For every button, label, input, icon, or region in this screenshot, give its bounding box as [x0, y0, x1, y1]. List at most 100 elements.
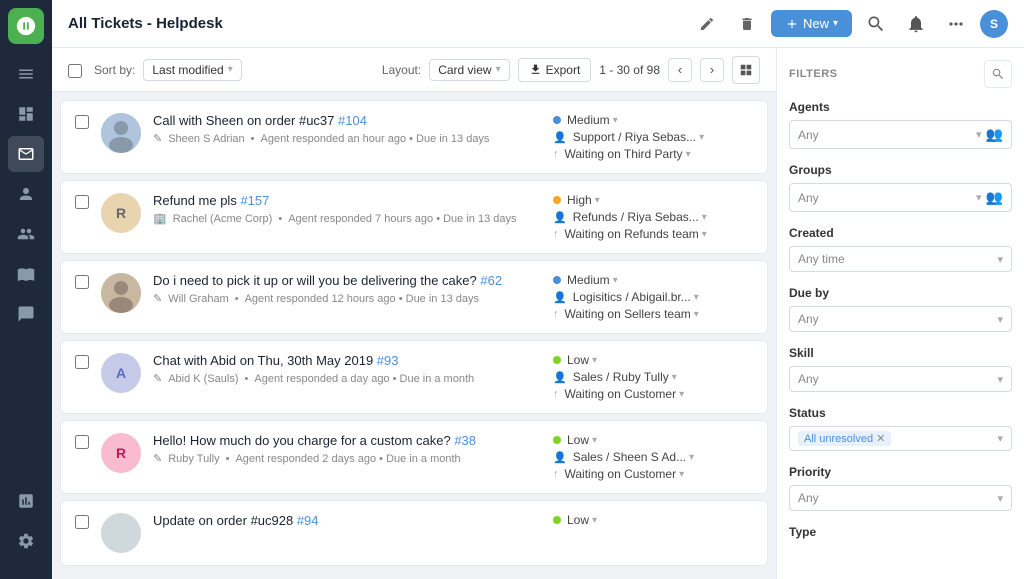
ticket-tags: High ▾ 👤 Refunds / Riya Sebas... ▾ ↑ Wai… [553, 193, 753, 241]
ticket-checkbox[interactable] [75, 435, 89, 449]
user-avatar[interactable]: S [980, 10, 1008, 38]
ticket-tags: Medium ▾ 👤 Logisitics / Abigail.br... ▾ … [553, 273, 753, 321]
due-filter: Due by Any ▾ [789, 286, 1012, 332]
priority-label: Priority [789, 465, 1012, 479]
ticket-title: Chat with Abid on Thu, 30th May 2019 #93 [153, 353, 541, 368]
main-area: All Tickets - Helpdesk New ▾ S [52, 0, 1024, 579]
category-tag: 👤 Sales / Sheen S Ad... ▾ [553, 450, 694, 464]
sidebar [0, 0, 52, 579]
ticket-checkbox[interactable] [75, 115, 89, 129]
grid-view-button[interactable] [732, 56, 760, 84]
status-tag: ↑ Waiting on Refunds team ▾ [553, 227, 707, 241]
prev-page-button[interactable]: ‹ [668, 58, 692, 82]
ticket-tags: Low ▾ [553, 513, 753, 527]
agents-label: Agents [789, 100, 1012, 114]
sort-by-label: Sort by: [94, 63, 135, 77]
ticket-list-area: Sort by: Last modified ▾ Layout: Card vi… [52, 48, 776, 579]
table-row[interactable]: R Hello! How much do you charge for a cu… [60, 420, 768, 494]
groups-filter: Groups Any ▾ 👥 [789, 163, 1012, 212]
ticket-meta: ✎ Abid K (Sauls) • Agent responded a day… [153, 372, 541, 385]
avatar [101, 273, 141, 313]
apps-icon-btn[interactable] [940, 8, 972, 40]
created-dropdown[interactable]: Any time ▾ [789, 246, 1012, 272]
ticket-title: Update on order #uc928 #94 [153, 513, 541, 528]
chevron-down-icon: ▾ [997, 313, 1003, 326]
priority-tag: Low ▾ [553, 353, 597, 367]
search-icon-btn[interactable] [860, 8, 892, 40]
layout-dropdown[interactable]: Card view ▾ [429, 59, 509, 81]
ticket-info: Chat with Abid on Thu, 30th May 2019 #93… [153, 353, 541, 385]
settings-icon[interactable] [8, 523, 44, 559]
sort-dropdown[interactable]: Last modified ▾ [143, 59, 241, 81]
priority-dot [553, 436, 561, 444]
ticket-checkbox[interactable] [75, 195, 89, 209]
app-logo[interactable] [8, 8, 44, 44]
priority-dot [553, 356, 561, 364]
priority-filter: Priority Any ▾ [789, 465, 1012, 511]
ticket-checkbox[interactable] [75, 275, 89, 289]
ticket-info: Call with Sheen on order #uc37 #104 ✎ Sh… [153, 113, 541, 145]
priority-dot [553, 276, 561, 284]
groups-extra-icon: 👥 [986, 189, 1003, 206]
ticket-title: Refund me pls #157 [153, 193, 541, 208]
category-tag: 👤 Sales / Ruby Tully ▾ [553, 370, 677, 384]
ticket-info: Hello! How much do you charge for a cust… [153, 433, 541, 465]
pagination: 1 - 30 of 98 [599, 63, 660, 77]
teams-icon[interactable] [8, 216, 44, 252]
filter-search-button[interactable] [984, 60, 1012, 88]
new-button[interactable]: New ▾ [771, 10, 852, 37]
edit-icon-btn[interactable] [691, 8, 723, 40]
status-chip-close[interactable]: ✕ [876, 432, 885, 445]
chevron-down-icon: ▾ [976, 128, 982, 141]
table-row[interactable]: A Chat with Abid on Thu, 30th May 2019 #… [60, 340, 768, 414]
sub-header: Sort by: Last modified ▾ Layout: Card vi… [52, 48, 776, 92]
chevron-down-icon: ▾ [997, 432, 1003, 445]
knowledge-icon[interactable] [8, 256, 44, 292]
skill-dropdown[interactable]: Any ▾ [789, 366, 1012, 392]
hamburger-menu-icon[interactable] [8, 56, 44, 92]
agents-dropdown[interactable]: Any ▾ 👥 [789, 120, 1012, 149]
filter-title: FILTERS [789, 68, 838, 80]
priority-dot [553, 196, 561, 204]
agents-filter: Agents Any ▾ 👥 [789, 100, 1012, 149]
next-page-button[interactable]: › [700, 58, 724, 82]
notifications-icon-btn[interactable] [900, 8, 932, 40]
chat-icon[interactable] [8, 296, 44, 332]
reports-icon[interactable] [8, 483, 44, 519]
ticket-info: Update on order #uc928 #94 [153, 513, 541, 532]
table-row[interactable]: R Refund me pls #157 🏢 Rachel (Acme Corp… [60, 180, 768, 254]
table-row[interactable]: Update on order #uc928 #94 Low ▾ [60, 500, 768, 566]
delete-icon-btn[interactable] [731, 8, 763, 40]
agents-extra-icon: 👥 [986, 126, 1003, 143]
content-area: Sort by: Last modified ▾ Layout: Card vi… [52, 48, 1024, 579]
chevron-down-icon: ▾ [997, 492, 1003, 505]
table-row[interactable]: Do i need to pick it up or will you be d… [60, 260, 768, 334]
table-row[interactable]: Call with Sheen on order #uc37 #104 ✎ Sh… [60, 100, 768, 174]
select-all-checkbox[interactable] [68, 64, 82, 78]
status-dropdown[interactable]: All unresolved ✕ ▾ [789, 426, 1012, 451]
tickets-icon[interactable] [8, 136, 44, 172]
priority-dropdown[interactable]: Any ▾ [789, 485, 1012, 511]
chevron-down-icon: ▾ [997, 253, 1003, 266]
ticket-info: Refund me pls #157 🏢 Rachel (Acme Corp) … [153, 193, 541, 225]
priority-tag: Medium ▾ [553, 113, 618, 127]
contacts-icon[interactable] [8, 176, 44, 212]
ticket-meta: ✎ Ruby Tully • Agent responded 2 days ag… [153, 452, 541, 465]
filter-header: FILTERS [789, 60, 1012, 88]
due-dropdown[interactable]: Any ▾ [789, 306, 1012, 332]
avatar [101, 513, 141, 553]
ticket-checkbox[interactable] [75, 355, 89, 369]
dashboard-icon[interactable] [8, 96, 44, 132]
ticket-checkbox[interactable] [75, 515, 89, 529]
ticket-meta: 🏢 Rachel (Acme Corp) • Agent responded 7… [153, 212, 541, 225]
export-button[interactable]: Export [518, 58, 592, 82]
status-chip: All unresolved ✕ [798, 431, 891, 446]
created-label: Created [789, 226, 1012, 240]
avatar: R [101, 193, 141, 233]
status-tag: ↑ Waiting on Customer ▾ [553, 387, 684, 401]
chevron-down-icon: ▾ [997, 373, 1003, 386]
ticket-title: Call with Sheen on order #uc37 #104 [153, 113, 541, 128]
groups-label: Groups [789, 163, 1012, 177]
priority-dot [553, 116, 561, 124]
groups-dropdown[interactable]: Any ▾ 👥 [789, 183, 1012, 212]
